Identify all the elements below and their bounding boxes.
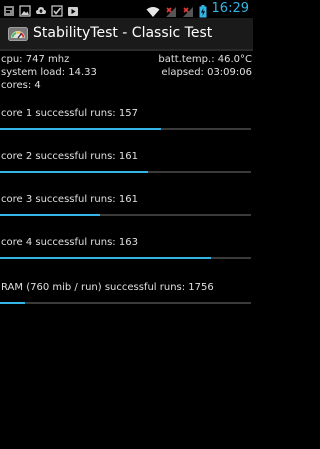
ram-progress-fill — [0, 302, 26, 304]
status-bar-system: 16:29 — [146, 1, 249, 17]
core-4-progress-bar — [0, 257, 251, 259]
core-3-progress-bar — [0, 214, 251, 216]
battery-temperature: batt.temp.: 46.0°C — [158, 54, 252, 65]
signal-no-service-icon — [165, 3, 177, 17]
core-3-label: core 3 successful runs: 161 — [1, 194, 138, 205]
status-bar-notifications — [3, 2, 79, 17]
system-load: system load: 14.33 — [1, 67, 97, 78]
clock: 16:29 — [211, 1, 249, 16]
action-bar: StabilityTest - Classic Test — [0, 18, 253, 51]
core-1-label: core 1 successful runs: 157 — [1, 108, 138, 119]
battery-charging-icon — [199, 3, 207, 17]
cpu-frequency: cpu: 747 mhz — [1, 54, 70, 65]
ram-label: RAM (760 mib / run) successful runs: 175… — [1, 282, 214, 293]
stabilitytest-app-icon[interactable] — [8, 25, 28, 42]
checkbox-icon — [51, 2, 63, 17]
image-icon — [19, 2, 31, 17]
core-4-label: core 4 successful runs: 163 — [1, 237, 138, 248]
play-store-icon — [67, 2, 79, 16]
ram-progress-bar — [0, 302, 251, 304]
upload-icon — [35, 2, 47, 14]
signal-no-service-icon — [182, 3, 194, 17]
notification-icon — [3, 2, 15, 16]
wifi-icon — [146, 3, 160, 17]
core-2-progress-fill — [0, 171, 149, 173]
core-2-progress-bar — [0, 171, 251, 173]
status-bar: 16:29 — [0, 0, 253, 17]
core-1-progress-bar — [0, 128, 251, 130]
core-count: cores: 4 — [1, 80, 41, 91]
elapsed-time: elapsed: 03:09:06 — [161, 67, 252, 78]
core-2-label: core 2 successful runs: 161 — [1, 151, 138, 162]
core-3-progress-fill — [0, 214, 101, 216]
core-4-progress-fill — [0, 257, 211, 259]
core-1-progress-fill — [0, 128, 161, 130]
page-title: StabilityTest - Classic Test — [33, 25, 213, 41]
